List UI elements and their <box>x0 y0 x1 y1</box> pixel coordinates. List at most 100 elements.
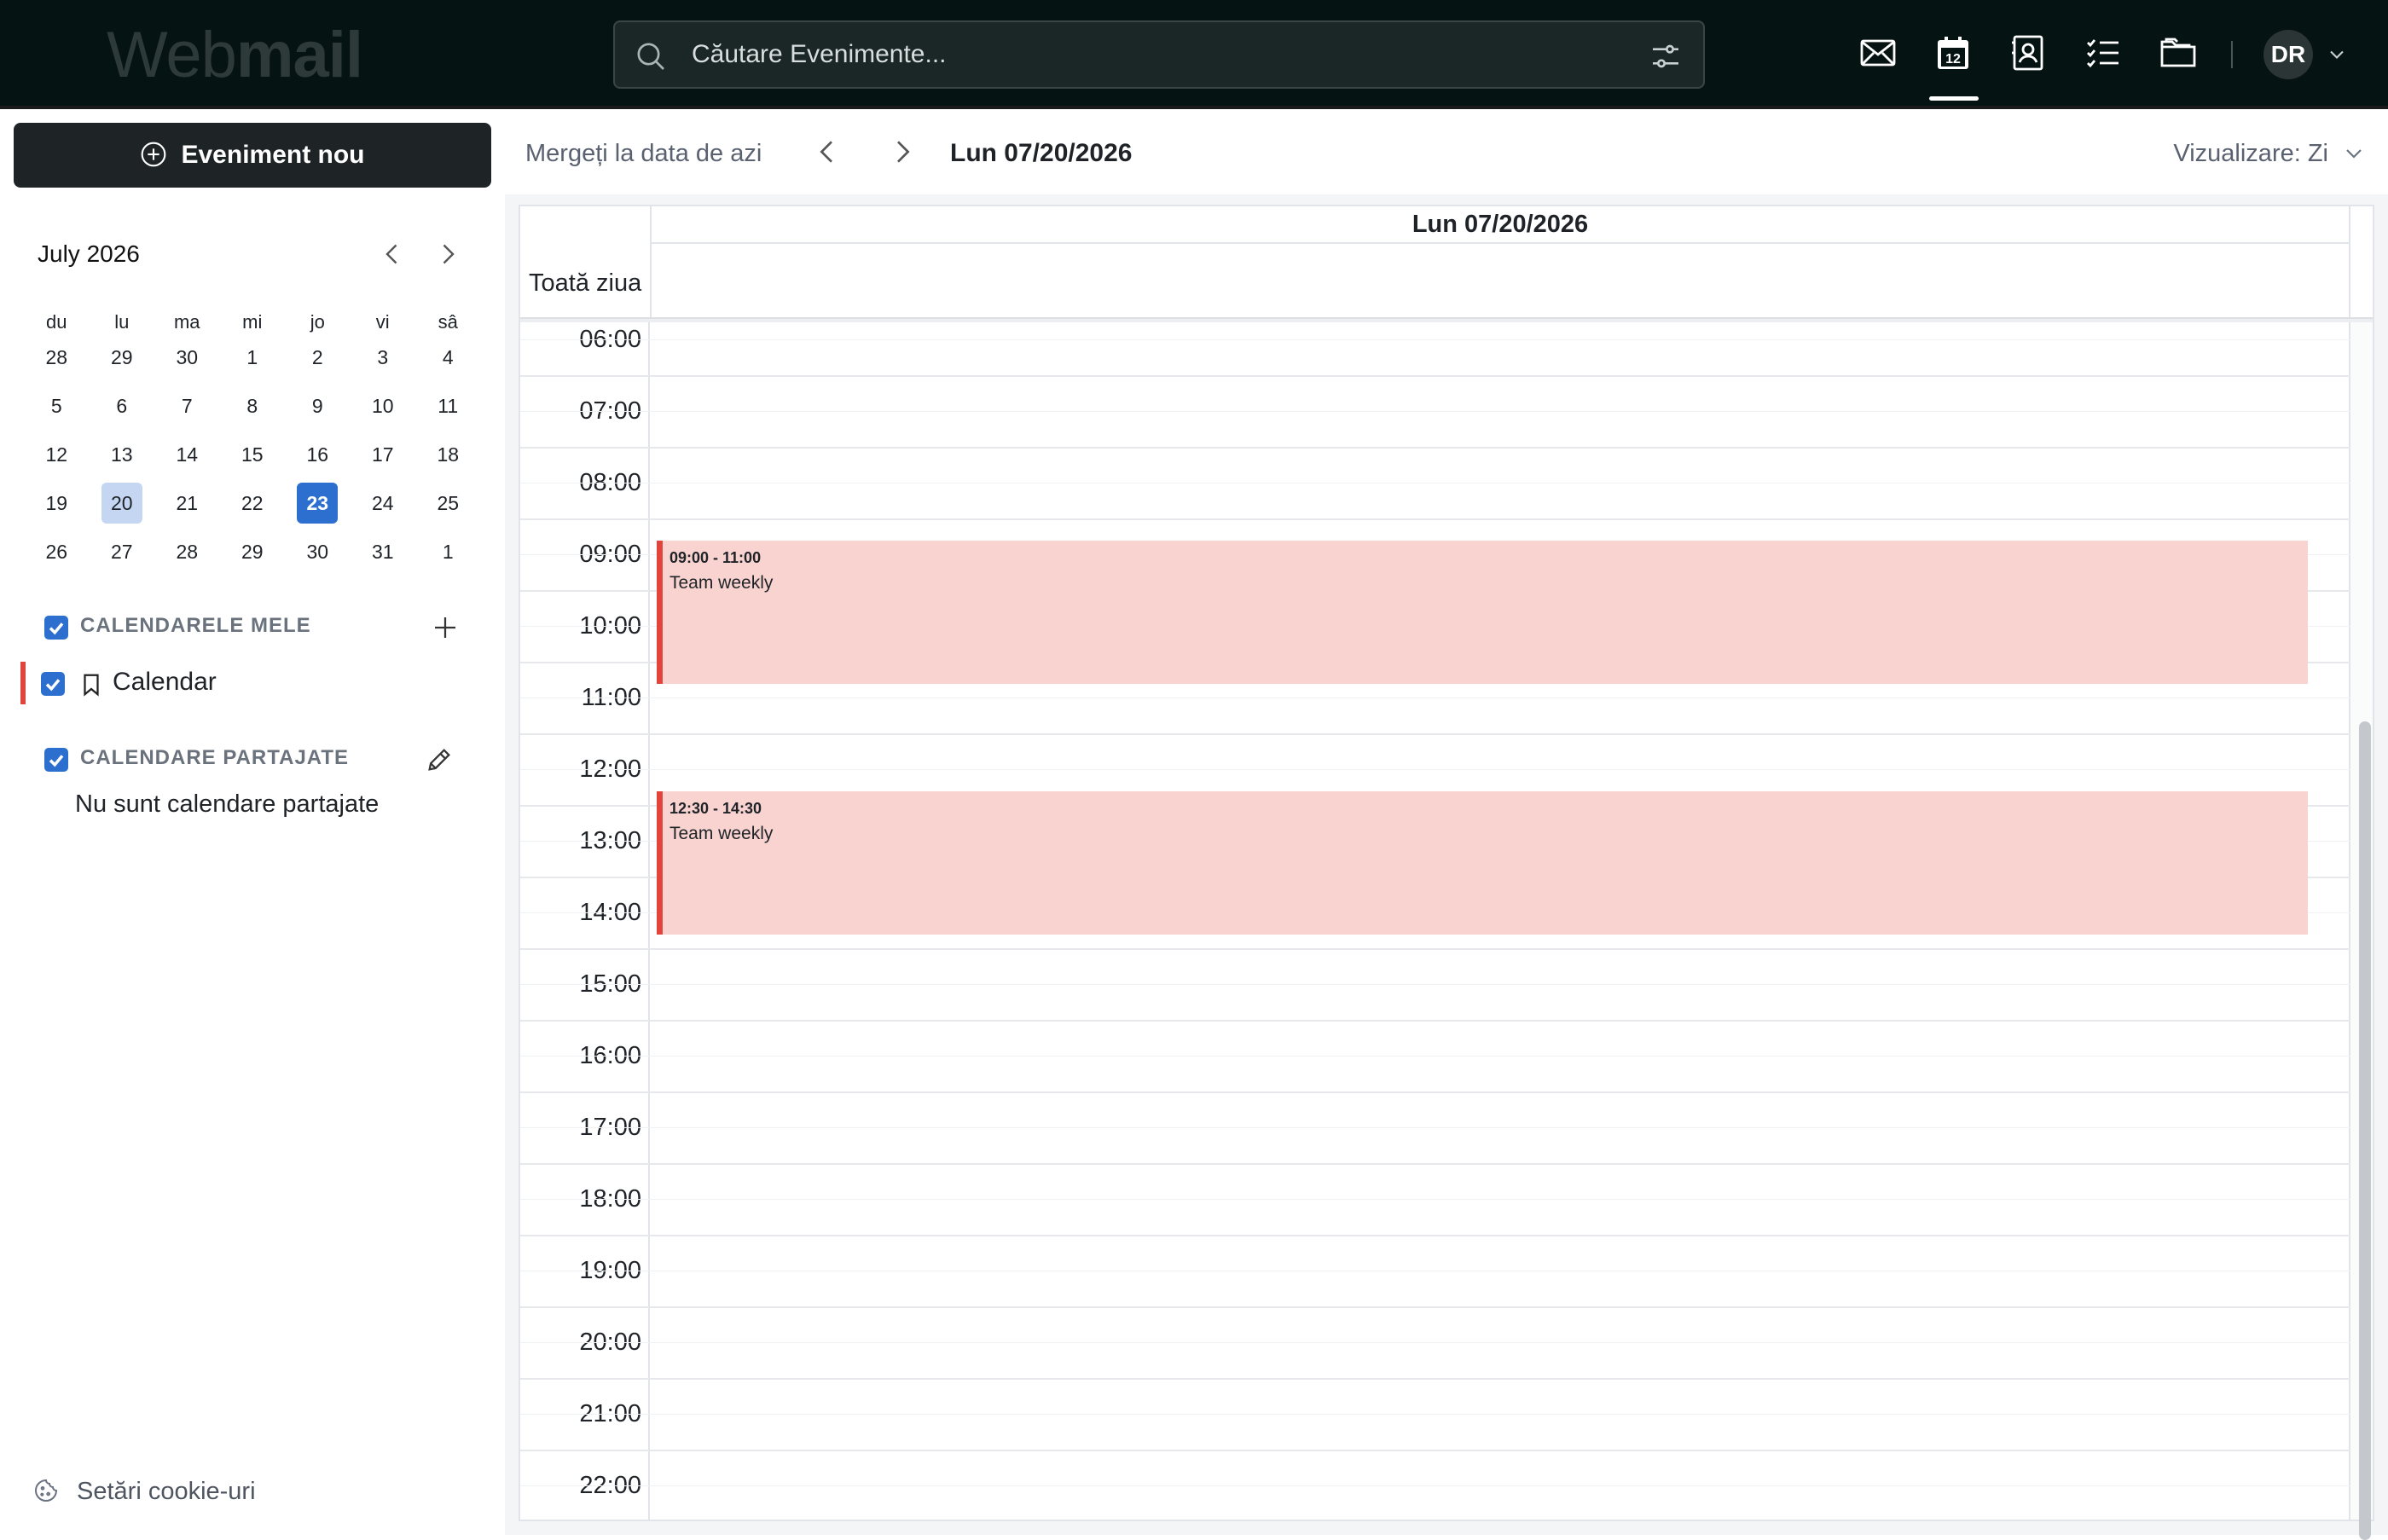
mini-calendar-day[interactable]: 5 <box>24 385 90 433</box>
mini-calendar-day[interactable]: 30 <box>285 530 351 579</box>
mini-calendar-day[interactable]: 31 <box>351 530 416 579</box>
calendar-label[interactable]: Calendar <box>113 665 217 699</box>
mini-calendar-day[interactable]: 11 <box>415 385 481 433</box>
calendar-event[interactable]: 12:30 - 14:30 Team weekly <box>657 791 2308 935</box>
chevron-right-icon[interactable] <box>885 135 919 169</box>
logo-part2: mail <box>235 19 363 91</box>
mini-calendar-day[interactable]: 27 <box>90 530 155 579</box>
top-bar: Webmail Căutare Evenimente... 12 DR <box>0 0 2388 109</box>
day-number: 31 <box>371 541 394 563</box>
day-number: 1 <box>442 541 454 563</box>
day-number: 17 <box>371 443 394 466</box>
day-number: 7 <box>181 395 193 417</box>
go-to-today-button[interactable]: Mergeți la data de azi <box>525 136 762 171</box>
new-event-button[interactable]: Eveniment nou <box>14 123 491 188</box>
calendar-event[interactable]: 09:00 - 11:00 Team weekly <box>657 541 2308 684</box>
mini-calendar-day[interactable]: 18 <box>415 433 481 482</box>
mini-calendar-day[interactable]: 16 <box>285 433 351 482</box>
weekday-label: du <box>46 311 67 333</box>
mini-calendar-day[interactable]: 28 <box>154 530 220 579</box>
weekday-label: mi <box>242 311 263 333</box>
mini-calendar-day[interactable]: 4 <box>415 336 481 385</box>
mini-calendar-day[interactable]: 19 <box>24 482 90 530</box>
mini-calendar-day[interactable]: 30 <box>154 336 220 385</box>
mini-calendar-weekdays: du lu ma mi jo vi sâ <box>24 307 484 338</box>
day-number: 8 <box>246 395 258 417</box>
mini-calendar-day[interactable]: 1 <box>220 336 286 385</box>
day-number: 25 <box>437 492 460 514</box>
hour-line <box>520 1306 2350 1308</box>
pencil-icon[interactable] <box>425 745 454 774</box>
search-input[interactable]: Căutare Evenimente... <box>692 22 947 87</box>
view-selector[interactable]: Vizualizare: Zi <box>2173 136 2328 171</box>
mini-calendar-day[interactable]: 2 <box>285 336 351 385</box>
scrollbar-thumb[interactable] <box>2359 721 2371 1540</box>
mini-calendar-day[interactable]: 10 <box>351 385 416 433</box>
webmail-logo[interactable]: Webmail <box>107 19 363 92</box>
mini-calendar-day[interactable]: 3 <box>351 336 416 385</box>
mini-calendar-day[interactable]: 28 <box>24 336 90 385</box>
event-title: Team weekly <box>669 824 774 843</box>
shared-calendars-title: CALENDARE PARTAJATE <box>80 746 350 769</box>
mini-calendar-day[interactable]: 8 <box>220 385 286 433</box>
day-number: 13 <box>110 443 133 466</box>
half-hour-line <box>520 984 2350 985</box>
add-calendar-icon[interactable] <box>430 612 461 643</box>
mini-calendar-day[interactable]: 6 <box>90 385 155 433</box>
day-number: 15 <box>241 443 264 466</box>
mini-calendar-day[interactable]: 9 <box>285 385 351 433</box>
search-bar[interactable]: Căutare Evenimente... <box>613 20 1705 89</box>
all-day-area[interactable] <box>650 244 2350 317</box>
user-avatar[interactable]: DR <box>2263 30 2313 79</box>
mini-calendar-grid: 28 29 30 1 2 3 4 5 6 7 8 9 10 11 12 13 14 15 16 17 18 19 20 21 2… <box>24 336 484 579</box>
mini-calendar-day[interactable]: 26 <box>24 530 90 579</box>
chevron-right-icon[interactable] <box>432 239 463 269</box>
mini-calendar-day[interactable]: 20 <box>90 482 155 530</box>
mini-calendar-day[interactable]: 17 <box>351 433 416 482</box>
nav-separator <box>2231 41 2233 68</box>
hour-line <box>520 1235 2350 1236</box>
calendar-icon[interactable]: 12 <box>1933 32 1974 73</box>
mini-calendar-title: July 2026 <box>38 240 140 267</box>
mini-calendar-day[interactable]: 24 <box>351 482 416 530</box>
day-number: 28 <box>45 346 68 368</box>
filter-sliders-icon[interactable] <box>1649 39 1683 73</box>
day-number: 20 <box>101 483 142 524</box>
mini-calendar-day[interactable]: 21 <box>154 482 220 530</box>
mini-calendar-day[interactable]: 15 <box>220 433 286 482</box>
chevron-down-icon[interactable] <box>2325 43 2349 67</box>
tasks-icon[interactable] <box>2083 32 2124 73</box>
mini-calendar-day[interactable]: 29 <box>90 336 155 385</box>
shared-calendars-checkbox[interactable] <box>44 748 68 772</box>
bookmark-icon <box>84 674 99 697</box>
mini-calendar-day[interactable]: 7 <box>154 385 220 433</box>
day-number: 24 <box>371 492 394 514</box>
mini-calendar-day[interactable]: 14 <box>154 433 220 482</box>
chevron-left-icon[interactable] <box>377 239 408 269</box>
contacts-icon[interactable] <box>2008 32 2049 73</box>
mini-calendar-day[interactable]: 1 <box>415 530 481 579</box>
my-calendars-checkbox[interactable] <box>44 616 68 640</box>
hour-line <box>520 375 2350 377</box>
mini-calendar-day[interactable]: 29 <box>220 530 286 579</box>
mini-calendar-week: 19 20 21 22 23 24 25 <box>24 482 484 530</box>
mini-calendar-day[interactable]: 25 <box>415 482 481 530</box>
day-number: 11 <box>438 395 459 417</box>
cookie-settings-link[interactable]: Setări cookie-uri <box>77 1475 256 1508</box>
files-icon[interactable] <box>2158 32 2199 73</box>
plus-circle-icon <box>142 142 166 167</box>
mini-calendar-day[interactable]: 13 <box>90 433 155 482</box>
time-grid[interactable]: 06:00 07:00 08:00 09:00 10:00 11:00 12:00 13:00… <box>520 322 2350 1520</box>
mini-calendar-day[interactable]: 23 <box>285 482 351 530</box>
mini-calendar-week: 26 27 28 29 30 31 1 <box>24 530 484 579</box>
mini-calendar-day[interactable]: 12 <box>24 433 90 482</box>
calendar-checkbox[interactable] <box>41 672 65 696</box>
half-hour-line <box>520 1485 2350 1486</box>
mini-calendar-day[interactable]: 22 <box>220 482 286 530</box>
mail-icon[interactable] <box>1858 32 1898 73</box>
hour-line <box>520 447 2350 449</box>
day-number: 22 <box>241 492 264 514</box>
chevron-down-icon[interactable] <box>2340 140 2368 167</box>
hour-line <box>520 1091 2350 1093</box>
chevron-left-icon[interactable] <box>810 135 844 169</box>
